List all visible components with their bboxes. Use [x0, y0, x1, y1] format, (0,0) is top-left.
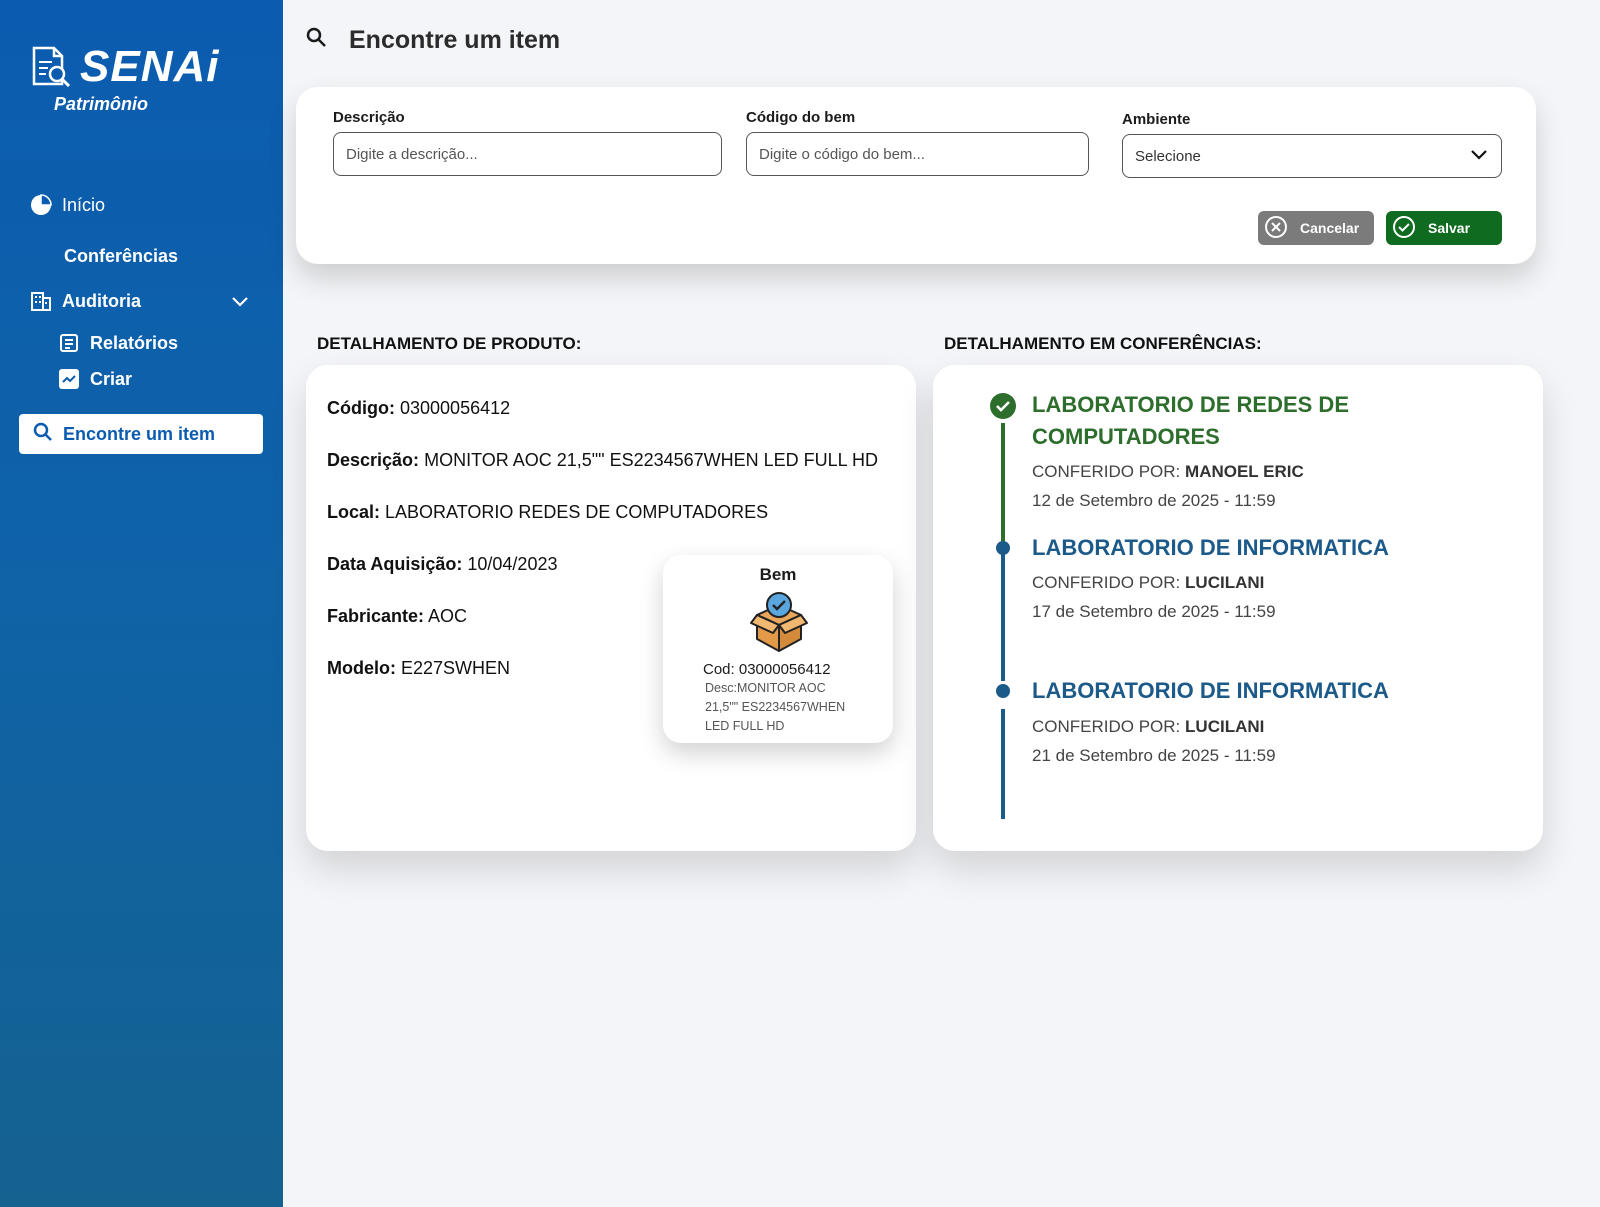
timeline-line: [1001, 709, 1005, 819]
field-value: LABORATORIO REDES DE COMPUTADORES: [385, 502, 769, 522]
field-value: 10/04/2023: [467, 554, 558, 574]
conference-by-label: CONFERIDO POR:: [1032, 573, 1181, 592]
sidebar-item-relatorios[interactable]: Relatórios: [58, 332, 178, 354]
conference-by: CONFERIDO POR: MANOEL ERIC: [1032, 462, 1304, 482]
field-label: Modelo:: [327, 658, 396, 678]
field-value: AOC: [428, 606, 468, 626]
check-circle-icon: [1392, 215, 1416, 242]
sidebar-item-inicio[interactable]: Início: [30, 194, 105, 216]
sidebar-item-label: Relatórios: [90, 332, 179, 353]
chevron-down-icon: [1469, 144, 1489, 168]
sidebar-item-label: Início: [62, 194, 106, 215]
conference-by-name: MANOEL ERIC: [1185, 462, 1304, 481]
descricao-input[interactable]: [333, 132, 722, 176]
conference-by: CONFERIDO POR: LUCILANI: [1032, 573, 1264, 593]
brand-subtitle: Patrimônio: [54, 94, 149, 114]
conference-place: LABORATORIO DE INFORMATICA: [1032, 678, 1389, 703]
sidebar-item-auditoria[interactable]: Auditoria: [30, 290, 250, 312]
conferences-card: LABORATORIO DE REDES DE COMPUTADORES CON…: [933, 365, 1543, 851]
conference-date: 12 de Setembro de 2025 - 11:59: [1032, 491, 1276, 510]
bem-card-cod: Cod: 03000056412: [703, 661, 831, 678]
page-title-text: Encontre um item: [349, 26, 561, 54]
product-field-modelo: Modelo: E227SWHEN: [327, 658, 510, 679]
ambiente-select-value: Selecione: [1135, 147, 1201, 165]
field-label: Código:: [327, 398, 395, 418]
save-button-label: Salvar: [1428, 220, 1471, 236]
conference-date: 17 de Setembro de 2025 - 11:59: [1032, 602, 1276, 621]
conference-date: 21 de Setembro de 2025 - 11:59: [1032, 746, 1276, 765]
codigo-input[interactable]: [746, 132, 1089, 176]
field-label: Local:: [327, 502, 381, 522]
conference-place: LABORATORIO DE INFORMATICA: [1032, 535, 1389, 560]
conference-by-name: LUCILANI: [1185, 573, 1265, 592]
filter-card: Descrição Código do bem Ambiente Selecio…: [296, 87, 1536, 264]
field-value: 03000056412: [400, 398, 511, 418]
field-value: E227SWHEN: [401, 658, 511, 678]
box-check-icon: [750, 592, 808, 652]
sidebar-item-label: Auditoria: [62, 290, 141, 311]
search-icon: [33, 422, 53, 447]
timeline-dot: [996, 541, 1010, 555]
product-field-fabricante: Fabricante: AOC: [327, 606, 467, 627]
timeline-dot: [996, 684, 1010, 698]
search-icon: [305, 26, 327, 55]
sidebar-item-criar[interactable]: Criar: [58, 368, 132, 390]
timeline-line: [1001, 547, 1005, 681]
ambiente-label: Ambiente: [1122, 111, 1191, 128]
conference-place: LABORATORIO DE REDES DE COMPUTADORES: [1032, 392, 1349, 449]
product-field-codigo: Código: 03000056412: [327, 398, 510, 419]
document-search-icon: [32, 46, 71, 88]
chevron-down-icon[interactable]: [230, 291, 250, 316]
building-icon: [30, 290, 52, 312]
descricao-label: Descrição: [333, 109, 405, 126]
brand-name: SENAi: [80, 42, 220, 91]
field-label: Fabricante:: [327, 606, 425, 626]
conference-by: CONFERIDO POR: LUCILANI: [1032, 717, 1264, 737]
bem-card-desc: Desc:MONITOR AOC 21,5"" ES2234567WHEN LE…: [705, 681, 846, 733]
report-icon: [58, 332, 80, 354]
product-field-descricao: Descrição: MONITOR AOC 21,5"" ES2234567W…: [327, 450, 878, 471]
product-field-data-aquisicao: Data Aquisição: 10/04/2023: [327, 554, 557, 575]
conference-by-label: CONFERIDO POR:: [1032, 717, 1181, 736]
sidebar-item-encontre-um-item[interactable]: Encontre um item: [19, 414, 263, 454]
chart-line-icon: [58, 368, 80, 390]
field-label: Data Aquisição:: [327, 554, 463, 574]
ambiente-select[interactable]: Selecione: [1122, 134, 1502, 178]
product-field-local: Local: LABORATORIO REDES DE COMPUTADORES: [327, 502, 768, 523]
page-title: Encontre um item: [305, 26, 560, 55]
conferences-section-title: DETALHAMENTO EM CONFERÊNCIAS:: [944, 334, 1262, 353]
field-value: MONITOR AOC 21,5"" ES2234567WHEN LED FUL…: [424, 450, 879, 470]
cancel-button[interactable]: Cancelar: [1258, 211, 1374, 245]
logo: SENAi Patrimônio: [30, 42, 230, 122]
sidebar-item-label: Encontre um item: [63, 423, 216, 444]
close-circle-icon: [1264, 215, 1288, 242]
save-button[interactable]: Salvar: [1386, 211, 1502, 245]
conference-by-name: LUCILANI: [1185, 717, 1265, 736]
bem-card[interactable]: Bem Cod: 03000056412 Desc:MONITOR AOC 21…: [663, 555, 893, 743]
conference-by-label: CONFERIDO POR:: [1032, 462, 1181, 481]
field-label: Descrição:: [327, 450, 420, 470]
sidebar-item-label: Conferências: [64, 246, 179, 266]
cancel-button-label: Cancelar: [1300, 220, 1360, 236]
bem-card-title: Bem: [759, 565, 797, 584]
sidebar: SENAi Patrimônio Início Conferências Aud…: [0, 0, 283, 1207]
pie-chart-icon: [30, 194, 52, 216]
codigo-label: Código do bem: [746, 109, 856, 126]
product-detail-card: Código: 03000056412 Descrição: MONITOR A…: [306, 365, 916, 851]
check-circle-icon: [990, 393, 1016, 419]
timeline-line: [1001, 423, 1005, 547]
sidebar-item-conferencias[interactable]: Conferências: [64, 246, 178, 267]
sidebar-item-label: Criar: [90, 368, 133, 389]
product-section-title: DETALHAMENTO DE PRODUTO:: [317, 334, 582, 353]
